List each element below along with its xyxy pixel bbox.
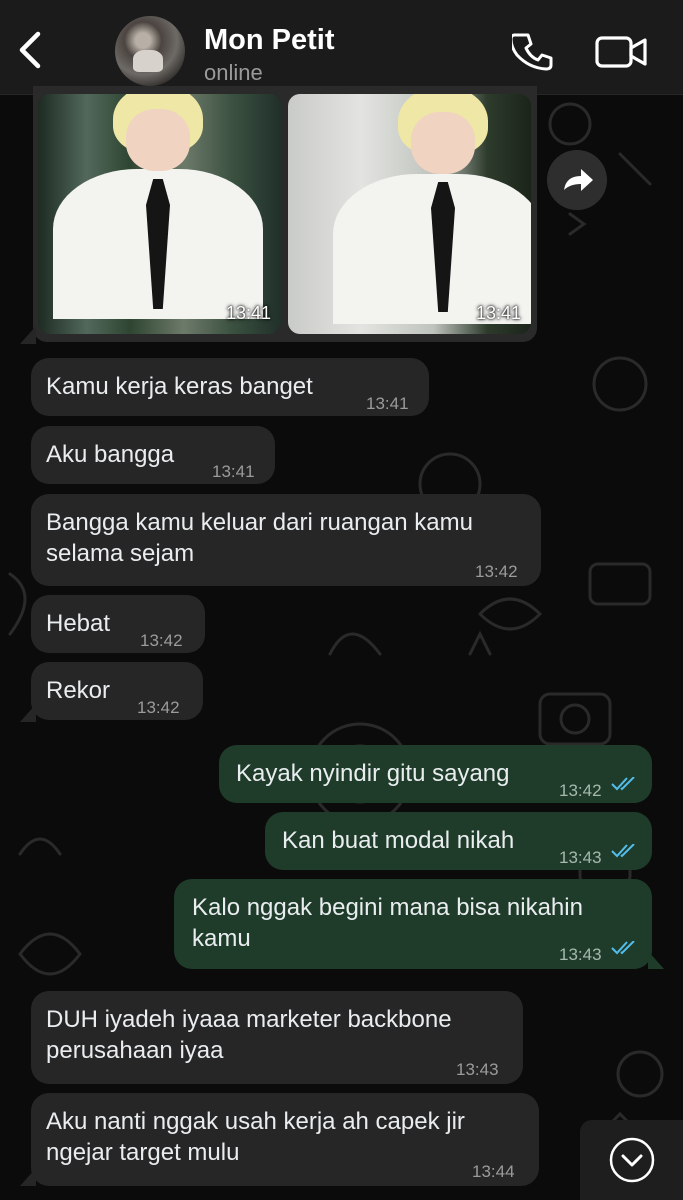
message-time: 13:42: [475, 562, 518, 581]
chat-header: Mon Petit online: [0, 0, 683, 95]
message-time: 13:42: [137, 698, 180, 717]
message-time: 13:42: [140, 631, 183, 650]
message-bubble-incoming[interactable]: Aku nanti nggak usah kerja ah capek jir …: [31, 1093, 539, 1186]
photo-timestamp: 13:41: [225, 303, 271, 323]
message-bubble-incoming[interactable]: Kamu kerja keras banget 13:41: [31, 358, 429, 416]
photo-timestamp: 13:41: [475, 303, 521, 323]
message-bubble-incoming[interactable]: Rekor 13:42: [31, 662, 203, 720]
message-time: 13:43: [559, 848, 602, 867]
message-text: DUH iyadeh iyaaa marketer backbone perus…: [46, 1006, 452, 1064]
message-text: Hebat: [46, 610, 111, 637]
contact-avatar[interactable]: [115, 16, 185, 86]
message-bubble-incoming[interactable]: Hebat 13:42: [31, 595, 205, 653]
message-time: 13:41: [366, 394, 409, 413]
message-text: Aku bangga: [46, 441, 175, 468]
message-time: 13:41: [212, 462, 255, 481]
photo-subject: [38, 94, 281, 334]
scroll-to-bottom-button[interactable]: [580, 1120, 683, 1200]
message-text: Bangga kamu keluar dari ruangan kamu sel…: [46, 509, 473, 567]
message-time: 13:42: [559, 781, 602, 800]
chevron-down-circle-icon: [609, 1137, 655, 1183]
message-bubble-incoming[interactable]: Bangga kamu keluar dari ruangan kamu sel…: [31, 494, 541, 586]
double-check-read-icon: [611, 777, 635, 791]
message-text: Kayak nyindir gitu sayang: [236, 760, 510, 787]
chevron-left-icon[interactable]: [14, 28, 48, 72]
double-check-read-icon: [611, 941, 635, 955]
message-bubble-outgoing[interactable]: Kan buat modal nikah 13:43: [265, 812, 652, 870]
message-text: Aku nanti nggak usah kerja ah capek jir …: [46, 1108, 465, 1166]
phone-icon[interactable]: [512, 31, 554, 73]
message-time: 13:43: [559, 945, 602, 964]
contact-name[interactable]: Mon Petit: [204, 24, 335, 57]
video-camera-icon[interactable]: [594, 33, 648, 71]
photo-thumbnail[interactable]: 13:41: [38, 94, 281, 334]
message-text: Rekor: [46, 677, 111, 704]
message-text: Kamu kerja keras banget: [46, 373, 313, 400]
photo-thumbnail[interactable]: 13:41: [288, 94, 531, 334]
forward-arrow-icon[interactable]: [547, 150, 607, 210]
message-text: Kalo nggak begini mana bisa nikahin kamu: [192, 894, 583, 952]
contact-status: online: [204, 60, 263, 85]
message-time: 13:44: [472, 1162, 515, 1181]
message-bubble-outgoing[interactable]: Kayak nyindir gitu sayang 13:42: [219, 745, 652, 803]
message-bubble-incoming[interactable]: Aku bangga 13:41: [31, 426, 275, 484]
photo-album-message[interactable]: 13:41 13:41: [33, 86, 537, 342]
message-bubble-outgoing[interactable]: Kalo nggak begini mana bisa nikahin kamu…: [174, 879, 652, 969]
message-time: 13:43: [456, 1060, 499, 1079]
photo-subject: [288, 94, 531, 334]
message-bubble-incoming[interactable]: DUH iyadeh iyaaa marketer backbone perus…: [31, 991, 523, 1084]
double-check-read-icon: [611, 844, 635, 858]
message-text: Kan buat modal nikah: [282, 827, 515, 854]
